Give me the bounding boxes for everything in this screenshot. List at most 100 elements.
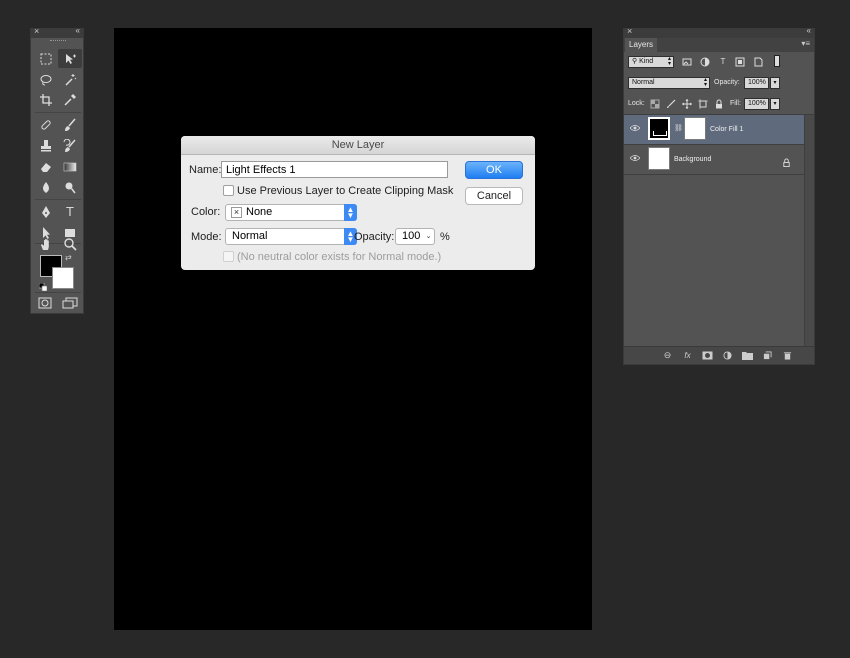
screen-mode-icon[interactable] (62, 296, 78, 309)
healing-brush-icon[interactable] (34, 115, 58, 134)
opacity-dropdown-chevron-down-icon[interactable]: ▾ (770, 77, 780, 89)
add-mask-icon[interactable] (702, 351, 713, 360)
eraser-icon[interactable] (34, 157, 58, 176)
new-layer-dialog: New Layer Name: Use Previous Layer to Cr… (181, 136, 535, 270)
layers-panel-header: × « (624, 26, 814, 38)
background-color-swatch[interactable] (52, 267, 74, 289)
fill-label: Fill: (730, 100, 741, 107)
trash-icon[interactable] (782, 351, 793, 360)
hand-tool-icon[interactable] (34, 234, 58, 253)
quick-mask-icon[interactable] (38, 296, 52, 309)
layer-opacity-input[interactable]: 100% (744, 77, 769, 89)
eyedropper-icon[interactable] (58, 90, 82, 109)
layer-row-background[interactable]: Background (624, 145, 804, 175)
lock-image-icon[interactable] (666, 99, 676, 109)
opacity-select[interactable]: 100 ⌄ (395, 228, 435, 245)
neutral-color-label: (No neutral color exists for Normal mode… (237, 251, 442, 263)
chevron-updown-icon: ▲ ▼ (344, 204, 357, 221)
blend-mode-value: Normal (632, 79, 655, 86)
type-filter-icon[interactable]: T (718, 57, 728, 67)
swap-colors-icon[interactable]: ⇄ (65, 253, 72, 262)
chevron-updown-icon: ▴ ▾ (703, 77, 707, 88)
fill-dropdown-chevron-down-icon[interactable]: ▾ (770, 98, 780, 110)
layers-tab-row: Layers ▾≡ (624, 38, 814, 52)
history-brush-icon[interactable] (58, 136, 82, 155)
tools-panel: × « T ⇄ (30, 26, 84, 314)
chain-link-icon[interactable]: ⛓ (674, 124, 683, 132)
layer-row-color-fill[interactable]: ⛓ Color Fill 1 (624, 115, 804, 145)
eye-icon[interactable] (630, 154, 640, 162)
link-layers-icon[interactable]: ⊖ (662, 351, 673, 360)
zoom-tool-icon[interactable] (58, 234, 82, 253)
collapse-icon[interactable]: « (76, 26, 80, 35)
cancel-button[interactable]: Cancel (465, 187, 523, 205)
clipping-mask-label: Use Previous Layer to Create Clipping Ma… (237, 185, 454, 197)
adjustment-layer-icon[interactable] (722, 351, 733, 360)
panel-menu-icon[interactable]: ▾≡ (801, 39, 810, 48)
new-layer-icon[interactable] (762, 351, 773, 360)
layer-name: Background (674, 156, 712, 163)
ok-button[interactable]: OK (465, 161, 523, 179)
dialog-title: New Layer (181, 136, 535, 155)
chevron-updown-icon: ▴ ▾ (667, 56, 671, 67)
fx-icon[interactable]: fx (682, 351, 693, 360)
lock-transparent-icon[interactable] (650, 99, 660, 109)
fill-input[interactable]: 100% (744, 98, 769, 110)
blur-icon[interactable] (34, 178, 58, 197)
layers-scrollbar[interactable] (804, 115, 814, 347)
panel-grip[interactable] (50, 40, 66, 43)
pen-tool-icon[interactable] (34, 202, 58, 221)
adjustment-filter-icon[interactable] (700, 57, 710, 67)
shape-filter-icon[interactable] (735, 57, 745, 67)
lock-artboard-icon[interactable] (698, 99, 708, 109)
opacity-label: Opacity: (714, 79, 740, 86)
close-icon[interactable]: × (627, 26, 632, 36)
layer-mask-thumbnail[interactable] (684, 117, 706, 140)
color-select[interactable]: × None ▲ ▼ (225, 204, 357, 221)
clone-stamp-icon[interactable] (34, 136, 58, 155)
tab-layers[interactable]: Layers (625, 38, 658, 52)
new-group-icon[interactable] (742, 351, 753, 360)
magic-wand-icon[interactable] (58, 70, 82, 89)
layers-panel: × « Layers ▾≡ ⚲ Kind ▴ ▾ T Normal ▴ ▾ Opac… (623, 26, 815, 365)
smart-object-filter-icon[interactable] (753, 57, 763, 67)
gradient-icon[interactable] (58, 157, 82, 176)
fill-layer-badge-icon (653, 131, 667, 136)
color-label: Color: (191, 206, 221, 218)
opacity-value: 100 (402, 230, 421, 242)
fill-layer-thumbnail (648, 117, 670, 140)
crop-tool-icon[interactable] (34, 90, 58, 109)
lock-icon[interactable] (782, 154, 791, 167)
default-colors-icon[interactable] (38, 278, 48, 292)
neutral-color-checkbox[interactable] (223, 251, 234, 262)
eye-icon[interactable] (630, 124, 640, 132)
type-tool-icon[interactable]: T (58, 202, 82, 221)
lock-position-icon[interactable] (682, 99, 692, 109)
collapse-icon[interactable]: « (807, 26, 811, 35)
toolbar-divider (35, 112, 81, 113)
filter-kind-select[interactable]: ⚲ Kind ▴ ▾ (628, 56, 674, 68)
pixel-filter-icon[interactable] (682, 57, 692, 67)
layer-name-input[interactable] (221, 161, 448, 178)
background-layer-thumbnail (648, 147, 670, 170)
mode-select[interactable]: Normal ▲ ▼ (225, 228, 357, 245)
dodge-icon[interactable] (58, 178, 82, 197)
blend-mode-select[interactable]: Normal ▴ ▾ (628, 77, 710, 89)
move-tool-icon[interactable] (58, 49, 82, 68)
clipping-mask-checkbox[interactable] (223, 185, 234, 196)
name-label: Name: (189, 164, 222, 176)
filter-kind-value: Kind (639, 58, 654, 65)
document-canvas[interactable] (114, 28, 592, 630)
layer-name: Color Fill 1 (710, 126, 744, 133)
toolbar-divider (35, 292, 81, 293)
tools-panel-header: × « (31, 26, 83, 38)
layers-panel-footer: ⊖ fx (624, 346, 814, 364)
color-select-value: None (246, 206, 273, 218)
filter-toggle-switch[interactable] (774, 55, 780, 67)
lasso-tool-icon[interactable] (34, 70, 58, 89)
mode-select-value: Normal (232, 230, 268, 242)
brush-icon[interactable] (58, 115, 82, 134)
marquee-tool-icon[interactable] (34, 49, 58, 68)
close-icon[interactable]: × (34, 26, 39, 36)
lock-all-icon[interactable] (714, 99, 724, 109)
